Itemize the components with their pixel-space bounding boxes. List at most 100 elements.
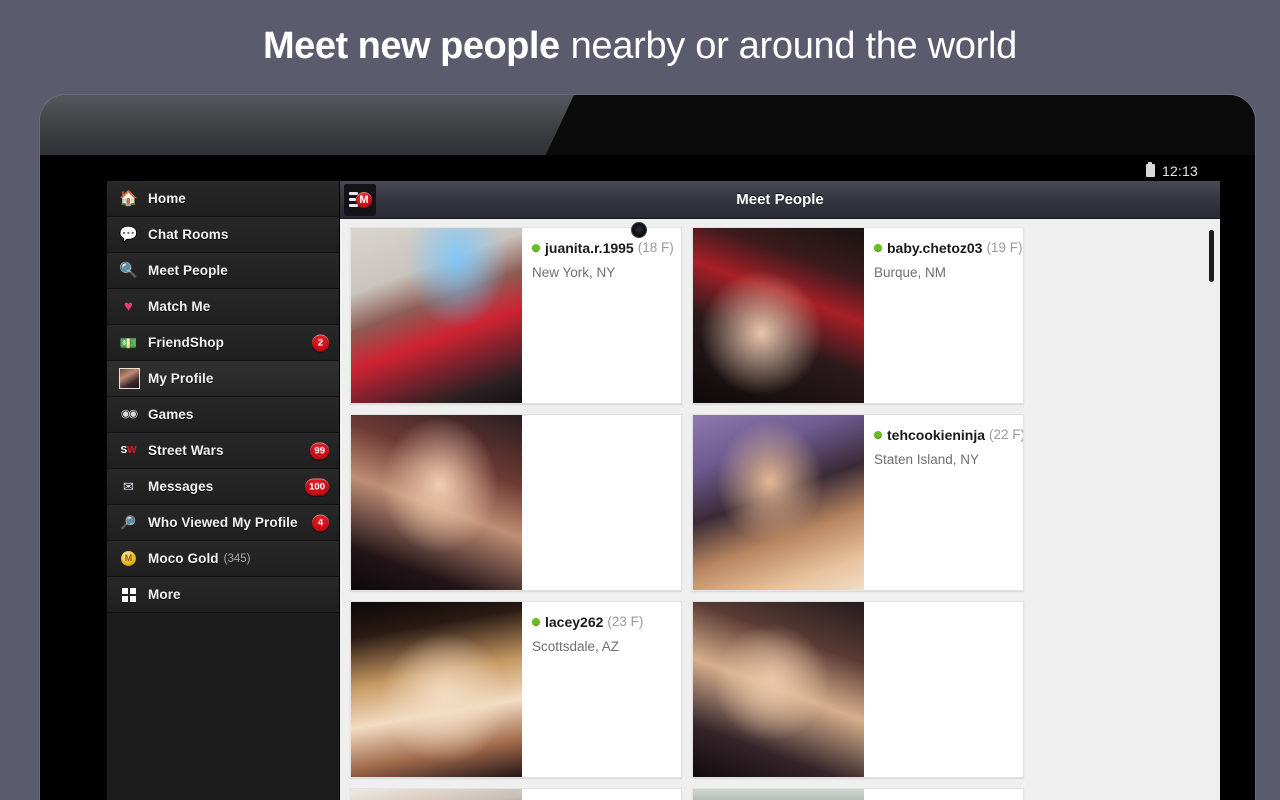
profile-card[interactable] — [692, 601, 1024, 778]
magnifier-icon: 🔍 — [119, 262, 138, 279]
gold-coin-icon: M — [119, 549, 138, 568]
headline-bold: Meet new people — [263, 24, 560, 67]
sidebar-item-street-wars[interactable]: SW Street Wars 99 — [107, 433, 339, 469]
page-title: Meet People — [736, 191, 824, 208]
profile-location: Scottsdale, AZ — [532, 639, 620, 654]
sidebar-item-friendshop[interactable]: 💵 FriendShop 2 — [107, 325, 339, 361]
online-status-icon — [874, 243, 882, 252]
sidebar-item-label: Home — [148, 191, 186, 206]
online-status-icon — [532, 243, 540, 252]
sidebar-item-label: My Profile — [148, 371, 214, 386]
status-badge: 99 — [310, 442, 329, 459]
profile-username[interactable]: baby.chetoz03 — [887, 240, 982, 256]
profile-photo[interactable] — [693, 789, 864, 800]
online-status-icon — [532, 617, 540, 626]
profile-card-grid: juanita.r.1995 (18 F) New York, NY baby.che… — [340, 219, 1220, 800]
main-content: M Meet People juanita.r.1995 (18 F) New Yo… — [340, 181, 1220, 800]
sidebar-item-who-viewed-my-profile[interactable]: 🔎 Who Viewed My Profile 4 — [107, 505, 339, 541]
sidebar-item-games[interactable]: ◉◉ Games — [107, 397, 339, 433]
profile-info — [864, 602, 1023, 777]
profile-photo[interactable] — [351, 602, 522, 777]
envelope-icon: ✉ — [123, 479, 134, 494]
sidebar-item-label: Moco Gold — [148, 551, 219, 566]
sidebar-item-home[interactable]: 🏠 Home — [107, 181, 339, 217]
profile-age-gender: (18 F) — [637, 240, 674, 256]
battery-icon — [1145, 162, 1155, 177]
profile-info: baby.chetoz03 (19 F) Burque, NM — [864, 228, 1023, 403]
profile-username[interactable]: lacey262 — [545, 614, 603, 630]
navigation-sidebar[interactable]: 🏠 Home 💬 Chat Rooms 🔍 Meet People ♥ Match Me 💵 Fr… — [107, 181, 340, 800]
sidebar-item-label: FriendShop — [148, 335, 224, 350]
sidebar-item-label: Meet People — [148, 263, 228, 278]
profile-card[interactable]: juanita.r.1995 (18 F) New York, NY — [350, 227, 682, 404]
profile-name-row: baby.chetoz03 (19 F) — [874, 240, 1022, 256]
profile-username[interactable]: tehcookieninja — [887, 427, 985, 443]
online-status-icon — [874, 430, 882, 439]
avatar — [119, 368, 140, 389]
profile-username[interactable]: juanita.r.1995 — [545, 240, 634, 256]
profile-age-gender: (22 F) — [989, 427, 1023, 443]
profile-photo[interactable] — [351, 789, 522, 800]
profile-info: tehcookieninja (22 F) Staten Island, NY — [864, 415, 1023, 590]
profile-age-gender: (23 F) — [607, 614, 644, 630]
profile-photo[interactable] — [693, 602, 864, 777]
front-camera-icon — [632, 223, 646, 237]
device-screen: 12:13 🏠 Home 💬 Chat Rooms 🔍 Meet People ♥ Match… — [107, 160, 1220, 800]
moco-logo-icon[interactable]: M — [344, 183, 376, 216]
status-badge: 2 — [312, 334, 329, 351]
heart-icon: ♥ — [124, 298, 133, 315]
money-icon: 💵 — [119, 334, 138, 351]
profile-name-row — [874, 614, 1015, 630]
profile-photo[interactable] — [693, 228, 864, 403]
app-bar: M Meet People — [340, 181, 1220, 219]
profile-age-gender: (19 F) — [986, 240, 1023, 256]
android-status-bar: 12:13 — [107, 160, 1220, 181]
sidebar-item-count: (345) — [223, 552, 251, 565]
sidebar-item-moco-gold[interactable]: M Moco Gold (345) — [107, 541, 339, 577]
logo-letter: M — [356, 191, 372, 208]
profile-name-row — [532, 427, 673, 443]
sidebar-item-label: Who Viewed My Profile — [148, 515, 298, 530]
grid-dots-icon — [119, 585, 138, 604]
sidebar-item-more[interactable]: More — [107, 577, 339, 613]
profile-info: p3aches17(19 F)Washington DC — [864, 789, 1023, 800]
profile-name-row: lacey262 (23 F) — [532, 614, 673, 630]
profile-location: Burque, NM — [874, 265, 947, 280]
profile-card[interactable]: lacey262 (23 F) Scottsdale, AZ — [350, 601, 682, 778]
chat-bubble-icon: 💬 — [119, 226, 138, 243]
sidebar-item-label: More — [148, 587, 181, 602]
profile-card[interactable]: p3aches17(19 F)Washington DC — [692, 788, 1024, 800]
sidebar-item-label: Street Wars — [148, 443, 224, 458]
sidebar-item-chat-rooms[interactable]: 💬 Chat Rooms — [107, 217, 339, 253]
sidebar-item-label: Games — [148, 407, 194, 422]
profile-card[interactable]: tehcookieninja (22 F) Staten Island, NY — [692, 414, 1024, 591]
sidebar-item-my-profile[interactable]: My Profile — [107, 361, 339, 397]
profile-info: juanita.r.1995 (18 F) New York, NY — [522, 228, 681, 403]
profile-info: lacey262 (23 F) Scottsdale, AZ — [522, 602, 681, 777]
profile-photo[interactable] — [351, 228, 522, 403]
profile-photo[interactable] — [351, 415, 522, 590]
profile-photo[interactable] — [693, 415, 864, 590]
profile-info — [522, 415, 681, 590]
street-wars-icon: SW — [120, 444, 137, 456]
profile-location: Staten Island, NY — [874, 452, 980, 467]
status-clock: 12:13 — [1161, 162, 1198, 179]
profile-card[interactable]: baby.chetoz03 (19 F) Burque, NM — [692, 227, 1024, 404]
profile-card[interactable] — [350, 414, 682, 591]
status-badge: 100 — [305, 478, 329, 495]
sidebar-item-match-me[interactable]: ♥ Match Me — [107, 289, 339, 325]
sidebar-item-label: Match Me — [148, 299, 211, 314]
headline-regular: nearby or around the world — [570, 24, 1018, 67]
vertical-scrollbar[interactable] — [1209, 230, 1214, 282]
sidebar-item-meet-people[interactable]: 🔍 Meet People — [107, 253, 339, 289]
profile-card[interactable]: jwry115(23 F)Riyadh, Saudi Arabia — [350, 788, 682, 800]
promo-headline: Meet new people nearby or around the wor… — [0, 0, 1280, 92]
profile-name-row: juanita.r.1995 (18 F) — [532, 240, 674, 256]
gamepad-icon: ◉◉ — [120, 408, 138, 420]
sidebar-item-label: Messages — [148, 479, 214, 494]
status-badge: 4 — [312, 514, 329, 531]
eye-key-icon: 🔎 — [120, 515, 137, 530]
sidebar-item-messages[interactable]: ✉ Messages 100 — [107, 469, 339, 505]
home-icon: 🏠 — [119, 190, 138, 207]
tablet-device-frame: 12:13 🏠 Home 💬 Chat Rooms 🔍 Meet People ♥ Match… — [40, 95, 1255, 800]
